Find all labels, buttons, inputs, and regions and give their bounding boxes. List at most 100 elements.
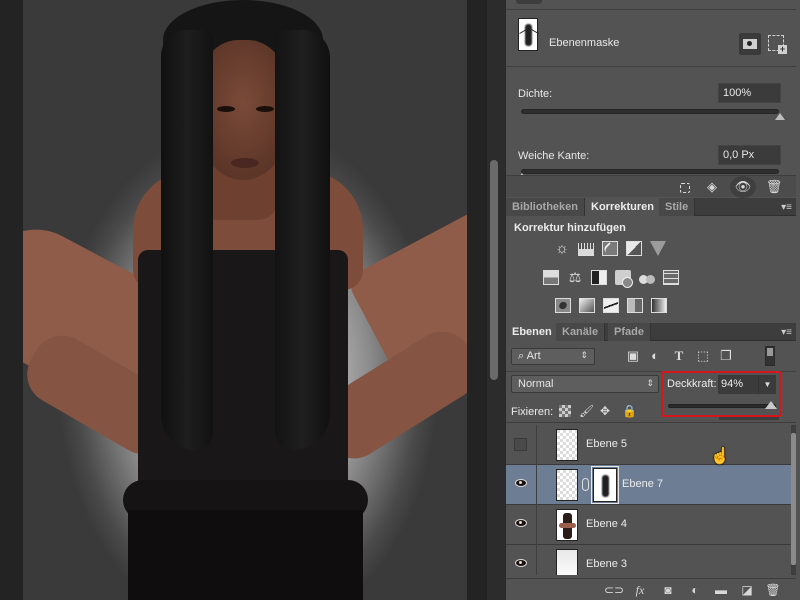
canvas-vertical-scrollbar[interactable] [487, 0, 505, 600]
pixel-layer-filter-icon[interactable]: ▣ [626, 349, 640, 363]
vibrance-icon[interactable] [650, 241, 666, 256]
image-canvas[interactable] [23, 0, 467, 600]
selection-from-mask-icon[interactable] [674, 179, 696, 195]
tab-kanaele[interactable]: Kanäle [556, 323, 606, 341]
color-balance-icon[interactable]: ⚖ [567, 270, 583, 285]
layer-name[interactable]: Ebene 3 [586, 558, 627, 570]
feather-input[interactable]: 0,0 Px [718, 145, 781, 165]
layer-name[interactable]: Ebene 4 [586, 518, 627, 530]
layers-panel: Ebenen Kanäle Pfade ▾≡ ⌕ Art ⇕ ▣ ◐ T ⬚ ❐ [506, 323, 796, 600]
apply-mask-icon[interactable]: ◈ [701, 179, 723, 195]
density-slider[interactable] [521, 109, 785, 120]
add-mask-icon[interactable]: ◙ [660, 583, 676, 597]
link-layers-icon[interactable]: ⊂⊃ [604, 583, 624, 597]
right-panel-dock: Ebenenmaske + Dichte: 100% Weiche Kante:… [505, 0, 800, 600]
adjustments-tabs: Bibliotheken Korrekturen Stile ▾≡ [506, 198, 796, 216]
filter-type-select[interactable]: ⌕ Art ⇕ [511, 348, 595, 365]
photo-hair-left [161, 30, 213, 450]
photo-filter-icon[interactable] [615, 270, 633, 288]
eye-icon[interactable]: 👁 [730, 176, 756, 198]
tab-bibliotheken[interactable]: Bibliotheken [506, 198, 586, 216]
lock-all-icon[interactable]: 🔒 [622, 405, 637, 417]
adjustment-layer-icon[interactable]: ◐ [687, 583, 703, 597]
layer-name[interactable]: Ebene 5 [586, 438, 627, 450]
layer-row-ebene-5[interactable]: Ebene 5 [506, 425, 796, 465]
levels-icon[interactable] [578, 241, 594, 256]
layers-scrollbar[interactable] [791, 425, 796, 575]
chevron-updown-icon: ⇕ [580, 350, 588, 360]
hidden-visibility-box[interactable] [514, 438, 527, 451]
density-slider-thumb[interactable] [775, 113, 785, 120]
scrollbar-thumb[interactable] [791, 433, 796, 565]
opacity-dropdown-button[interactable]: ▼ [758, 375, 776, 394]
layer-name[interactable]: Ebene 7 [622, 478, 663, 490]
photo-hair-right [275, 30, 330, 450]
tab-korrekturen[interactable]: Korrekturen [585, 198, 661, 216]
lock-position-move-icon[interactable]: ✥ [599, 405, 611, 417]
photo-eye-right [256, 106, 274, 112]
layer-thumbnail [556, 429, 578, 461]
visibility-toggle[interactable] [506, 465, 537, 505]
eye-icon[interactable] [515, 479, 527, 487]
scrollbar-thumb[interactable] [490, 160, 498, 380]
eye-icon[interactable] [515, 519, 527, 527]
pixel-mask-icon[interactable] [739, 33, 761, 55]
mask-label: Ebenenmaske [549, 37, 620, 49]
threshold-icon[interactable] [603, 298, 619, 313]
feather-slider[interactable] [517, 169, 779, 180]
feather-label: Weiche Kante: [518, 150, 590, 162]
hue-saturation-icon[interactable] [543, 270, 559, 285]
trash-icon[interactable]: 🗑 [763, 179, 785, 195]
collapsed-tab-button[interactable] [516, 0, 542, 4]
layer-row-ebene-7[interactable]: Ebene 7 [506, 465, 796, 505]
fx-icon[interactable]: fx [632, 583, 648, 597]
vector-mask-add-icon[interactable]: + [768, 35, 787, 54]
exposure-icon[interactable] [626, 241, 642, 256]
visibility-toggle[interactable] [506, 545, 537, 575]
hand-cursor-icon: ☝ [710, 448, 730, 465]
gradient-map-icon[interactable] [651, 298, 667, 313]
mask-header: Ebenenmaske + [506, 11, 796, 67]
photo-eye-left [217, 106, 235, 112]
tab-ebenen[interactable]: Ebenen [506, 323, 559, 341]
color-lookup-icon[interactable] [663, 270, 679, 285]
opacity-slider[interactable] [668, 401, 777, 409]
layers-panel-menu-icon[interactable]: ▾≡ [781, 327, 792, 338]
invert-icon[interactable] [555, 298, 571, 313]
layer-row-ebene-3[interactable]: Ebene 3 [506, 545, 796, 575]
opacity-input[interactable]: 94% [718, 375, 758, 394]
filter-toggle-switch[interactable] [765, 346, 775, 366]
visibility-toggle[interactable] [506, 505, 537, 545]
lock-pixels-brush-icon[interactable]: 🖌 [579, 405, 594, 417]
posterize-icon[interactable] [579, 298, 595, 313]
new-layer-icon[interactable]: ◪ [739, 583, 755, 597]
blend-mode-select[interactable]: Normal ⇕ [511, 375, 659, 393]
tab-stile[interactable]: Stile [659, 198, 696, 216]
black-white-icon[interactable] [591, 270, 607, 285]
layer-row-ebene-4[interactable]: Ebene 4 [506, 505, 796, 545]
opacity-slider-thumb[interactable] [764, 401, 777, 409]
trash-icon[interactable]: 🗑 [765, 583, 781, 597]
curves-icon[interactable] [602, 241, 618, 256]
density-input[interactable]: 100% [718, 83, 781, 103]
blend-opacity-row: Normal ⇕ Deckkraft: 94% ▼ [506, 372, 796, 399]
group-folder-icon[interactable]: ▬ [713, 583, 729, 597]
selective-color-icon[interactable] [627, 298, 643, 313]
visibility-toggle[interactable] [506, 425, 537, 465]
panel-menu-icon[interactable]: ▾≡ [781, 202, 792, 213]
shape-layer-filter-icon[interactable]: ⬚ [696, 349, 710, 363]
eye-icon[interactable] [515, 559, 527, 567]
smart-object-filter-icon[interactable]: ❐ [719, 349, 733, 363]
lock-transparency-icon[interactable] [559, 405, 571, 417]
search-icon: ⌕ [518, 350, 527, 362]
channel-mixer-icon[interactable] [639, 270, 655, 285]
filter-type-value: Art [526, 350, 541, 362]
brightness-contrast-icon[interactable]: ☼ [554, 241, 570, 256]
mask-link-chain-icon[interactable] [582, 478, 589, 491]
tab-pfade[interactable]: Pfade [608, 323, 651, 341]
adjustments-panel: Bibliotheken Korrekturen Stile ▾≡ Korrek… [506, 198, 796, 323]
type-layer-filter-icon[interactable]: T [672, 349, 686, 363]
layer-thumbnail [556, 509, 578, 541]
layer-mask-thumbnail[interactable] [591, 466, 619, 504]
adjustment-layer-filter-icon[interactable]: ◐ [648, 349, 662, 363]
